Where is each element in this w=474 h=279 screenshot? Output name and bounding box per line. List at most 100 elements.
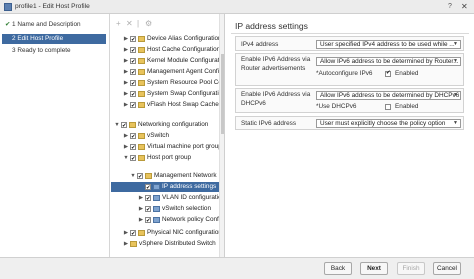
tree-checkbox[interactable] [145, 216, 151, 226]
action-icon[interactable]: ⚙ [145, 19, 152, 28]
tree-item-vsphere-distributed-switch[interactable]: ▶ vSphere Distributed Switch [111, 239, 224, 249]
expand-icon[interactable]: ▶ [138, 193, 144, 203]
tree-checkbox[interactable] [145, 205, 151, 215]
profile-tree: + ✕ | ⚙ ▶ Device Alias Configuration ▶ H… [111, 14, 225, 257]
step-name-description[interactable]: ✔ 1 Name and Description [2, 20, 106, 30]
expand-icon[interactable]: ▶ [123, 239, 129, 249]
wizard-footer: Back Next Finish Cancel [0, 257, 474, 279]
tree-checkbox[interactable] [130, 79, 136, 89]
static-ipv6-select-value: User must explicitly choose the policy o… [320, 120, 446, 127]
tree-item-vlan-id[interactable]: ▶ VLAN ID configuration [111, 193, 225, 204]
step-edit-host-profile[interactable]: 2 Edit Host Profile [2, 34, 106, 44]
expand-icon[interactable]: ▶ [123, 142, 129, 152]
help-icon[interactable]: ? [448, 3, 452, 10]
tree-checkbox[interactable] [130, 143, 136, 153]
tree-checkbox[interactable] [145, 194, 151, 204]
tree-checkbox[interactable] [145, 183, 151, 193]
tree-checkbox[interactable] [130, 46, 136, 56]
cancel-button[interactable]: Cancel [433, 262, 461, 275]
tree-item-vm-port-group[interactable]: ▶ Virtual machine port group [111, 142, 224, 153]
panel-title: IP address settings [235, 21, 308, 31]
tree-item-system-swap[interactable]: ▶ System Swap Configuration [111, 89, 225, 100]
expand-icon[interactable]: ▶ [123, 89, 129, 99]
tree-item-label: Management Network [154, 172, 217, 179]
tree-checkbox[interactable] [121, 121, 127, 131]
folder-icon [138, 69, 145, 75]
folder-icon [138, 102, 145, 108]
folder-icon [138, 155, 145, 161]
back-button[interactable]: Back [324, 262, 352, 275]
tree-item-management-network[interactable]: ▼ Management Network [111, 171, 224, 182]
scrollbar-thumb[interactable] [221, 54, 224, 134]
tree-checkbox[interactable] [130, 132, 136, 142]
collapse-icon[interactable]: ▼ [130, 171, 136, 181]
use-dhcpv6-checkbox[interactable] [385, 104, 391, 110]
step-label: 3 Ready to complete [12, 47, 71, 54]
tree-item-management-agent[interactable]: ▶ Management Agent Configuration [111, 67, 224, 78]
tree-checkbox[interactable] [130, 229, 136, 239]
tree-checkbox[interactable] [130, 35, 136, 45]
tree-item-physical-nic[interactable]: ▶ Physical NIC configuration [111, 228, 224, 239]
folder-icon [138, 80, 145, 86]
tree-item-system-resource-pool[interactable]: ▶ System Resource Pool Configuration [111, 78, 224, 89]
ipv4-setting-row: IPv4 address User specified IPv4 address… [235, 36, 464, 51]
expand-icon[interactable]: ▶ [123, 45, 129, 55]
step-ready-to-complete[interactable]: 3 Ready to complete [2, 46, 106, 56]
tree-item-ip-address-settings[interactable]: IP address settings [111, 182, 224, 193]
collapse-icon[interactable]: ▼ [123, 153, 129, 163]
ipv6-dhcp-setting-row: Enable IPv6 Address via DHCPv6 Allow IPv… [235, 88, 464, 113]
tree-item-label: Networking configuration [138, 121, 209, 128]
tree-checkbox[interactable] [130, 57, 136, 67]
expand-icon[interactable]: ▶ [123, 67, 129, 77]
tree-item-vflash-host-swap[interactable]: ▶ vFlash Host Swap Cache Configuration [111, 100, 224, 111]
tree-item-host-port-group[interactable]: ▼ Host port group [111, 153, 224, 164]
tree-item-host-cache[interactable]: ▶ Host Cache Configuration [111, 45, 224, 56]
tree-checkbox[interactable] [130, 90, 136, 100]
divider [231, 33, 469, 34]
autoconfigure-enabled-label: Enabled [395, 70, 419, 77]
separator-icon: | [137, 19, 140, 28]
tree-item-networking-configuration[interactable]: ▼ Networking configuration [111, 120, 224, 131]
tree-item-label: System Swap Configuration [147, 90, 225, 97]
tree-scrollbar[interactable] [219, 14, 224, 257]
expand-icon[interactable]: ▶ [138, 204, 144, 214]
step-label: 1 Name and Description [12, 21, 81, 28]
tree-item-device-alias[interactable]: ▶ Device Alias Configuration [111, 34, 224, 45]
expand-icon[interactable]: ▶ [123, 100, 129, 110]
ipv6-ra-policy-select[interactable]: Allow IPv6 address to be determined by R… [316, 57, 461, 66]
tree-item-vswitch-selection[interactable]: ▶ vSwitch selection [111, 204, 224, 215]
ipv6-dhcp-policy-select[interactable]: Allow IPv6 address to be determined by D… [316, 91, 461, 100]
expand-icon[interactable]: ▶ [123, 131, 129, 141]
expand-icon[interactable]: ▶ [123, 78, 129, 88]
static-ipv6-label: Static IPv6 address [241, 120, 297, 127]
expand-icon[interactable]: ▶ [123, 56, 129, 66]
folder-icon [129, 122, 136, 128]
expand-icon[interactable]: ▶ [123, 228, 129, 238]
ipv6-ra-setting-row: Enable IPv6 Address via Router advertise… [235, 53, 464, 86]
expand-icon[interactable]: ▶ [138, 215, 144, 225]
tree-checkbox[interactable] [130, 101, 136, 111]
chevron-down-icon: ▼ [453, 58, 458, 64]
tree-item-label: Kernel Module Configuration [147, 57, 225, 64]
tree-item-label: VLAN ID configuration [162, 194, 225, 201]
ipv4-policy-select[interactable]: User specified IPv4 address to be used w… [316, 40, 461, 49]
collapse-icon[interactable]: ▼ [114, 120, 120, 130]
tree-item-label: Host port group [147, 154, 192, 161]
remove-icon[interactable]: ✕ [126, 19, 133, 28]
tree-checkbox[interactable] [130, 154, 136, 164]
tree-checkbox[interactable] [130, 68, 136, 78]
expand-icon[interactable]: ▶ [123, 34, 129, 44]
static-ipv6-policy-select[interactable]: User must explicitly choose the policy o… [316, 119, 461, 128]
add-icon[interactable]: + [116, 19, 121, 28]
tree-item-kernel-module[interactable]: ▶ Kernel Module Configuration [111, 56, 225, 67]
tree-item-network-policy[interactable]: ▶ Network policy Configuration [111, 215, 224, 226]
close-icon[interactable]: ✕ [461, 2, 468, 11]
folder-icon [138, 47, 145, 53]
tree-checkbox[interactable] [137, 172, 143, 182]
settings-panel: IP address settings IPv4 address User sp… [226, 14, 474, 257]
ipv6-dhcp-select-value: Allow IPv6 address to be determined by D… [320, 92, 460, 99]
autoconfigure-ipv6-checkbox[interactable] [385, 70, 391, 77]
next-button[interactable]: Next [360, 262, 388, 275]
settings-icon [153, 184, 160, 190]
tree-item-vswitch[interactable]: ▶ vSwitch [111, 131, 224, 142]
